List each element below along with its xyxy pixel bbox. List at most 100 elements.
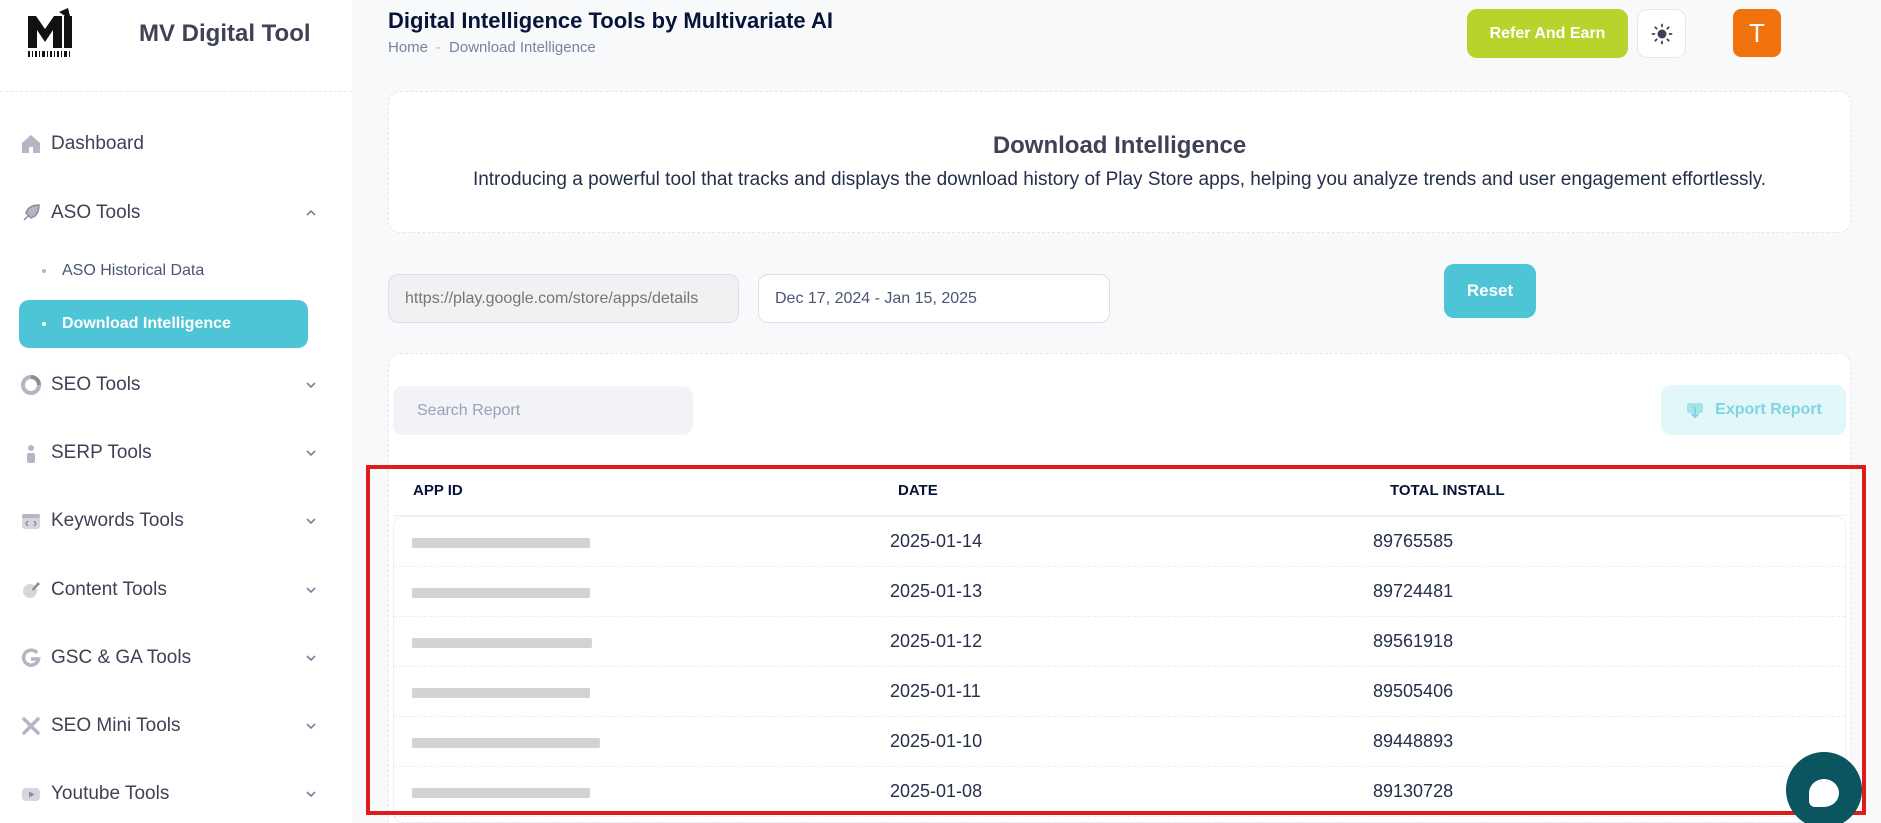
app-id-redacted (412, 733, 600, 751)
sidebar-item-content-tools[interactable]: Content Tools (19, 566, 319, 614)
chat-launcher-button[interactable] (1786, 752, 1862, 823)
pen-icon (19, 578, 43, 602)
youtube-icon (19, 782, 43, 806)
row-total-install: 89724481 (1373, 581, 1454, 601)
sidebar-item-label: Youtube Tools (51, 783, 170, 804)
chevron-down-icon (306, 723, 316, 730)
row-date: 2025-01-13 (890, 581, 983, 601)
bullet-icon (42, 269, 46, 273)
table-body: 2025-01-14 89765585 2025-01-13 89724481 … (393, 516, 1846, 823)
sidebar: MV Digital Tool Dashboard ASO Tools ASO … (0, 0, 352, 823)
breadcrumb-current: Download Intelligence (449, 39, 596, 56)
sidebar-item-seo-mini-tools[interactable]: SEO Mini Tools (19, 702, 319, 750)
redaction-bar (412, 538, 590, 548)
breadcrumb: Home - Download Intelligence (388, 39, 596, 56)
sidebar-item-seo-tools[interactable]: SEO Tools (19, 361, 319, 409)
sidebar-subitem-aso-historical-data[interactable]: ASO Historical Data (19, 247, 308, 295)
sidebar-item-aso-tools[interactable]: ASO Tools (19, 189, 319, 237)
sidebar-subitem-label: Download Intelligence (62, 315, 231, 332)
table-row[interactable]: 2025-01-08 89130728 (394, 767, 1845, 817)
redaction-bar (412, 688, 590, 698)
sidebar-subitem-label: ASO Historical Data (62, 262, 205, 279)
brand: MV Digital Tool (0, 0, 352, 92)
export-report-label: Export Report (1715, 401, 1822, 418)
chevron-down-icon (306, 518, 316, 525)
avatar[interactable]: T (1733, 9, 1781, 57)
row-date: 2025-01-10 (890, 731, 983, 751)
sidebar-item-label: SEO Tools (51, 374, 141, 395)
sidebar-item-label: SERP Tools (51, 442, 152, 463)
sidebar-item-label: SEO Mini Tools (51, 715, 181, 736)
theme-toggle-button[interactable] (1637, 9, 1686, 58)
logo-icon (28, 8, 72, 57)
intro-description: Introducing a powerful tool that tracks … (472, 169, 1767, 190)
table-header: APP ID DATE TOTAL INSTALL (393, 468, 1846, 516)
redaction-bar (412, 638, 592, 648)
tools-icon (19, 714, 43, 738)
sidebar-item-keywords-tools[interactable]: Keywords Tools (19, 497, 319, 545)
google-icon (19, 646, 43, 670)
breadcrumb-home[interactable]: Home (388, 39, 428, 56)
app-id-redacted (412, 583, 597, 601)
export-report-button[interactable]: Export Report (1661, 385, 1846, 435)
column-header-total-install[interactable]: TOTAL INSTALL (1390, 482, 1505, 499)
chevron-down-icon (306, 655, 316, 662)
chart-donut-icon (19, 373, 43, 397)
reset-button[interactable]: Reset (1444, 264, 1536, 318)
sidebar-item-label: Content Tools (51, 579, 167, 600)
chevron-down-icon (306, 791, 316, 798)
chevron-down-icon (306, 382, 316, 389)
search-report-input[interactable] (393, 386, 693, 435)
refer-and-earn-button[interactable]: Refer And Earn (1467, 9, 1628, 58)
redaction-bar (412, 738, 600, 748)
chevron-down-icon (306, 450, 316, 457)
bullet-icon (42, 322, 46, 326)
sidebar-item-youtube-tools[interactable]: Youtube Tools (19, 770, 319, 818)
sidebar-item-label: Keywords Tools (51, 510, 184, 531)
row-date: 2025-01-12 (890, 631, 983, 651)
row-total-install: 89505406 (1373, 681, 1454, 701)
download-icon (1685, 400, 1705, 420)
app-url-input[interactable] (388, 274, 739, 323)
chevron-up-icon (306, 209, 316, 216)
intro-card: Download Intelligence Introducing a powe… (388, 91, 1851, 233)
table-row[interactable]: 2025-01-13 89724481 (394, 567, 1845, 617)
date-range-input[interactable] (758, 274, 1110, 323)
page-title: Digital Intelligence Tools by Multivaria… (388, 8, 833, 33)
sidebar-item-label: GSC & GA Tools (51, 647, 192, 668)
app-id-redacted (412, 783, 597, 801)
chat-icon (1809, 779, 1839, 807)
sidebar-item-dashboard[interactable]: Dashboard (19, 120, 319, 168)
column-header-date[interactable]: DATE (898, 482, 938, 499)
app-id-redacted (412, 683, 597, 701)
table-row[interactable]: 2025-01-11 89505406 (394, 667, 1845, 717)
home-icon (19, 132, 43, 156)
sidebar-subitem-download-intelligence[interactable]: Download Intelligence (19, 300, 308, 348)
sidebar-item-gsc-ga-tools[interactable]: GSC & GA Tools (19, 634, 319, 682)
table-row[interactable]: 2025-01-10 89448893 (394, 717, 1845, 767)
column-header-app-id[interactable]: APP ID (413, 482, 463, 499)
rocket-icon (19, 201, 43, 225)
app-id-redacted (412, 533, 597, 551)
sidebar-item-serp-tools[interactable]: SERP Tools (19, 429, 319, 477)
app-id-redacted (412, 633, 597, 651)
row-date: 2025-01-11 (890, 681, 981, 701)
row-total-install: 89130728 (1373, 781, 1454, 801)
intro-title: Download Intelligence (992, 132, 1247, 159)
sidebar-item-label: ASO Tools (51, 202, 141, 223)
row-date: 2025-01-08 (890, 781, 983, 801)
code-window-icon (19, 509, 43, 533)
table-row[interactable]: 2025-01-14 89765585 (394, 517, 1845, 567)
table-row[interactable]: 2025-01-12 89561918 (394, 617, 1845, 667)
breadcrumb-separator: - (436, 39, 442, 56)
row-total-install: 89765585 (1373, 531, 1454, 551)
redaction-bar (412, 788, 590, 798)
user-icon (19, 441, 43, 465)
row-date: 2025-01-14 (890, 531, 983, 551)
row-total-install: 89448893 (1373, 731, 1454, 751)
app-name: MV Digital Tool (139, 20, 311, 47)
sun-icon (1651, 23, 1672, 44)
sidebar-item-label: Dashboard (51, 133, 144, 154)
chevron-down-icon (306, 587, 316, 594)
redaction-bar (412, 588, 590, 598)
